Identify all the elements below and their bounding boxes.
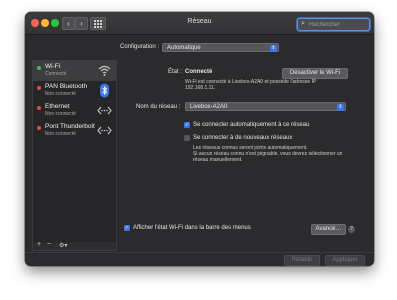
footer-divider bbox=[25, 252, 374, 253]
add-service-button[interactable]: + bbox=[37, 241, 41, 248]
help-button[interactable]: ? bbox=[348, 226, 355, 233]
bluetooth-icon bbox=[100, 83, 109, 98]
advanced-button[interactable]: Avancé… bbox=[311, 224, 346, 235]
service-name: Ethernet bbox=[45, 103, 70, 110]
wifi-icon bbox=[98, 65, 111, 76]
known-networks-note-3: réseau manuellement. bbox=[193, 157, 243, 163]
remove-service-button[interactable]: − bbox=[47, 241, 51, 248]
service-item-ethernet[interactable]: Ethernet Non connecté bbox=[33, 101, 116, 121]
disable-wifi-button[interactable]: Désactiver le Wi-Fi bbox=[282, 68, 348, 79]
service-list: Wi-Fi Connecté PAN Bluetooth Non connect… bbox=[32, 60, 117, 244]
title-bar: ‹ › Réseau ⌕ bbox=[25, 12, 374, 35]
status-dot bbox=[37, 106, 41, 110]
show-wifi-menubar-label: Afficher l'état Wi-Fi dans la barre des … bbox=[133, 225, 251, 231]
service-name: Pont Thunderbolt bbox=[45, 123, 95, 130]
search-input[interactable] bbox=[309, 20, 367, 29]
configuration-label: Configuration : bbox=[120, 44, 160, 50]
configuration-value: Automatique bbox=[167, 45, 201, 51]
search-icon: ⌕ bbox=[301, 20, 305, 27]
ask-new-networks-checkbox[interactable] bbox=[184, 135, 190, 141]
chevron-updown-icon: ⇕ bbox=[270, 45, 277, 52]
ip-address: 192.168.1.11. bbox=[185, 85, 216, 91]
chevron-updown-icon: ⇕ bbox=[337, 104, 344, 111]
status-label: État : bbox=[168, 69, 183, 75]
network-name-value: Livebox-A2A0 bbox=[190, 104, 228, 110]
service-item-thunderbolt-bridge[interactable]: Pont Thunderbolt Non connecté bbox=[33, 121, 116, 141]
show-wifi-menubar-checkbox[interactable]: ✓ bbox=[124, 225, 130, 231]
service-item-wifi[interactable]: Wi-Fi Connecté bbox=[33, 61, 116, 81]
apply-button[interactable]: Appliquer bbox=[325, 255, 365, 266]
service-list-toolbar: + − ⚙▾ bbox=[32, 241, 117, 251]
status-dot bbox=[37, 66, 41, 70]
service-name: Wi-Fi bbox=[45, 63, 61, 70]
status-value: Connecté bbox=[185, 69, 213, 75]
revert-button[interactable]: Rétablir bbox=[284, 255, 320, 266]
service-item-bluetooth-pan[interactable]: PAN Bluetooth Non connecté bbox=[33, 81, 116, 101]
network-name-popup[interactable]: Livebox-A2A0 ⇕ bbox=[185, 102, 346, 111]
configuration-popup[interactable]: Automatique ⇕ bbox=[162, 43, 279, 52]
service-status: Non connecté bbox=[45, 111, 76, 117]
search-field[interactable]: ⌕ bbox=[297, 18, 370, 31]
ask-new-networks-label: Se connecter à de nouveaux réseaux bbox=[193, 135, 293, 141]
auto-join-checkbox[interactable]: ✓ bbox=[184, 122, 190, 128]
ethernet-icon bbox=[97, 106, 112, 115]
network-name-label: Nom du réseau : bbox=[136, 104, 181, 110]
status-dot bbox=[37, 126, 41, 130]
service-status: Non connecté bbox=[45, 131, 76, 137]
service-name: PAN Bluetooth bbox=[45, 83, 88, 90]
service-status: Non connecté bbox=[45, 91, 76, 97]
network-preferences-window: ‹ › Réseau ⌕ Configuration : Automatique… bbox=[25, 12, 374, 266]
gear-icon[interactable]: ⚙▾ bbox=[59, 242, 67, 249]
status-dot bbox=[37, 86, 41, 90]
thunderbolt-bridge-icon bbox=[97, 126, 112, 135]
service-status: Connecté bbox=[45, 71, 67, 77]
auto-join-label: Se connecter automatiquement à ce réseau bbox=[193, 122, 310, 128]
